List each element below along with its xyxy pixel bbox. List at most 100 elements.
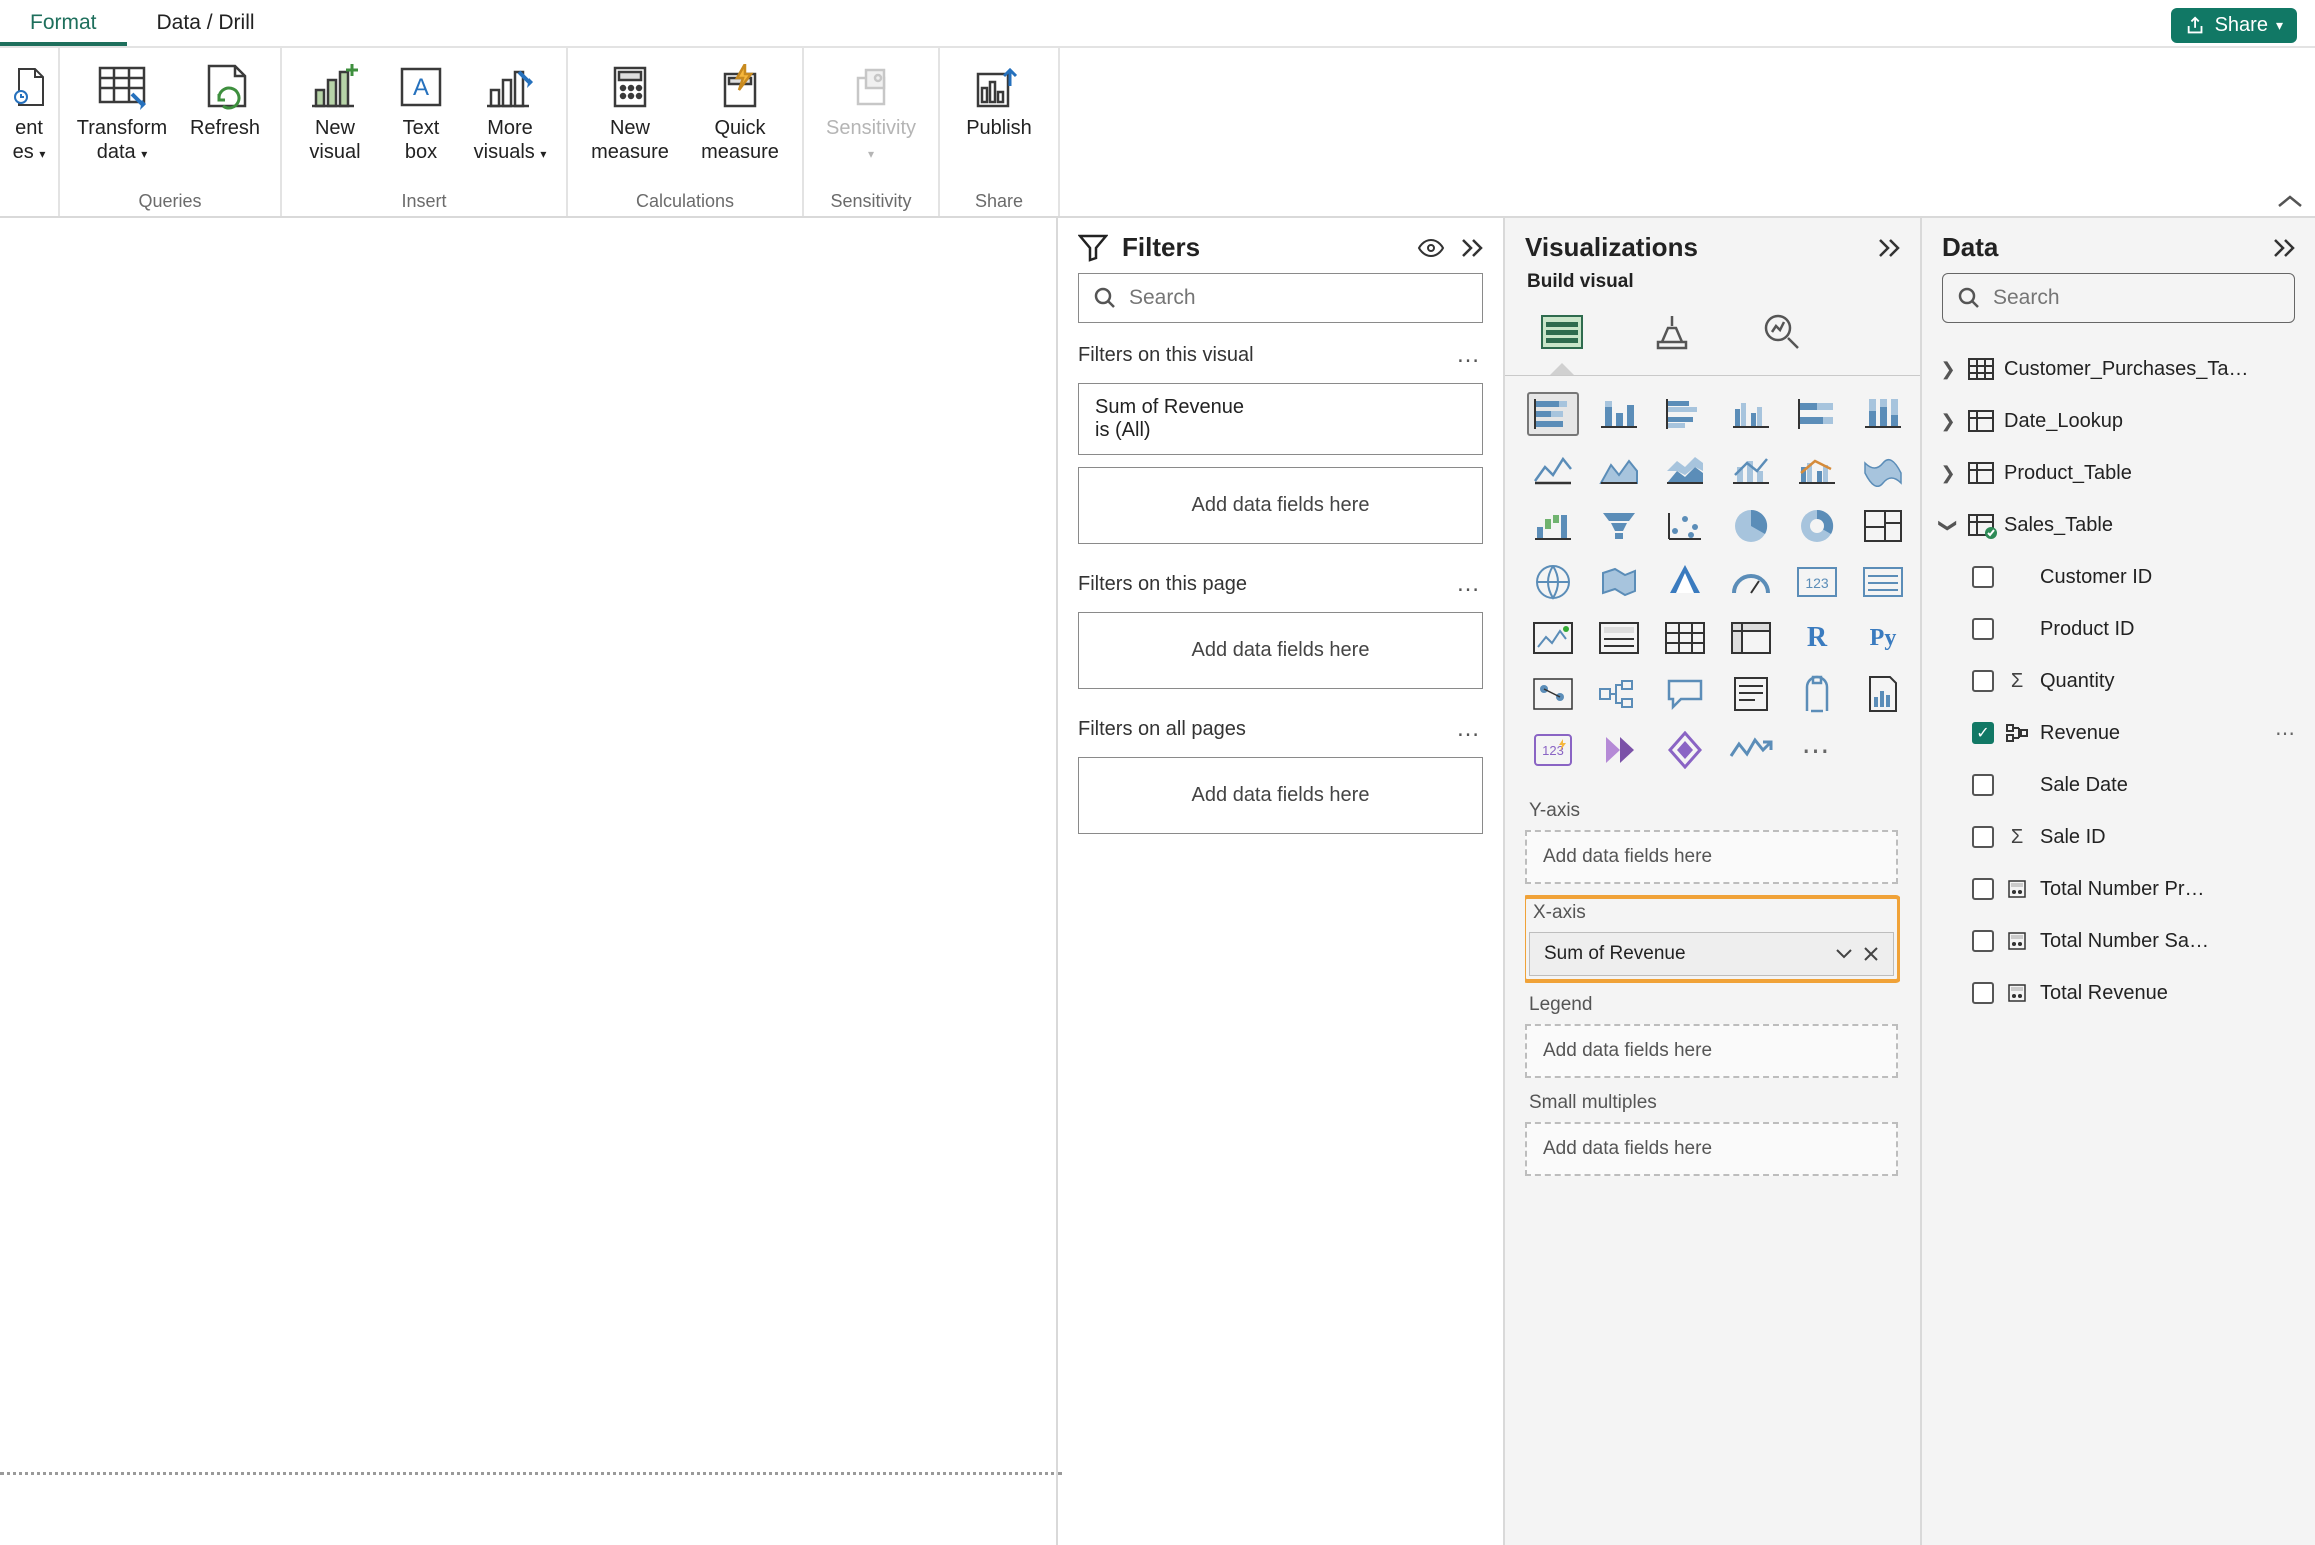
data-search[interactable] — [1942, 273, 2295, 323]
share-button[interactable]: Share ▾ — [2171, 8, 2297, 43]
viz-decomposition-tree[interactable] — [1593, 672, 1645, 716]
field-more-icon[interactable]: ⋯ — [2275, 721, 2303, 746]
ribbon-transform-data[interactable]: Transformdata ▾ — [72, 56, 172, 166]
viz-mode-format[interactable] — [1647, 307, 1697, 357]
viz-map[interactable] — [1527, 560, 1579, 604]
viz-arcgis[interactable] — [1659, 728, 1711, 772]
viz-area[interactable] — [1593, 448, 1645, 492]
viz-smart-narrative[interactable] — [1725, 672, 1777, 716]
well-small-drop[interactable]: Add data fields here — [1525, 1122, 1898, 1176]
filter-card-revenue[interactable]: Sum of Revenue is (All) — [1078, 383, 1483, 455]
report-canvas[interactable] — [0, 218, 1056, 1545]
well-x-field[interactable]: Sum of Revenue — [1529, 932, 1894, 976]
ribbon-text-box[interactable]: A Textbox — [386, 56, 456, 164]
field-total-products[interactable]: Total Number Pr… — [1934, 863, 2303, 915]
field-sale-id[interactable]: Σ Sale ID — [1934, 811, 2303, 863]
viz-multi-row-card[interactable] — [1857, 560, 1909, 604]
chevron-down-icon[interactable] — [1835, 948, 1853, 960]
viz-pie[interactable] — [1725, 504, 1777, 548]
collapse-icon[interactable] — [1876, 238, 1900, 258]
checkbox[interactable] — [1972, 566, 1994, 588]
filters-search[interactable] — [1078, 273, 1483, 323]
collapse-icon[interactable] — [2271, 238, 2295, 258]
checkbox[interactable] — [1972, 826, 1994, 848]
viz-table[interactable] — [1659, 616, 1711, 660]
viz-clustered-column[interactable] — [1725, 392, 1777, 436]
viz-python[interactable]: Py — [1857, 616, 1909, 660]
ribbon-new-measure[interactable]: Newmeasure — [580, 56, 680, 164]
viz-paginated-report[interactable] — [1857, 672, 1909, 716]
filter-visual-dropzone[interactable]: Add data fields here — [1078, 467, 1483, 544]
field-sale-date[interactable]: Sale Date — [1934, 759, 2303, 811]
viz-100-stacked-column[interactable] — [1857, 392, 1909, 436]
ribbon-refresh[interactable]: Refresh — [182, 56, 268, 140]
checkbox[interactable] — [1972, 930, 1994, 952]
viz-scatter[interactable] — [1659, 504, 1711, 548]
viz-slicer[interactable] — [1593, 616, 1645, 660]
table-sales[interactable]: ❯ Sales_Table — [1934, 499, 2303, 551]
collapse-icon[interactable] — [1459, 238, 1483, 258]
ribbon-collapse-toggle[interactable] — [2277, 194, 2303, 210]
checkbox[interactable] — [1972, 670, 1994, 692]
checkbox[interactable] — [1972, 618, 1994, 640]
filter-section-all-more[interactable]: … — [1456, 715, 1483, 743]
viz-line-stacked-column[interactable] — [1725, 448, 1777, 492]
field-product-id[interactable]: Product ID — [1934, 603, 2303, 655]
viz-matrix[interactable] — [1725, 616, 1777, 660]
viz-stacked-bar[interactable] — [1527, 392, 1579, 436]
field-revenue[interactable]: ✓ Revenue ⋯ — [1934, 707, 2303, 759]
viz-get-more[interactable]: ⋯ — [1791, 728, 1843, 772]
filters-search-input[interactable] — [1129, 286, 1468, 310]
viz-treemap[interactable] — [1857, 504, 1909, 548]
viz-gauge[interactable] — [1725, 560, 1777, 604]
viz-line[interactable] — [1527, 448, 1579, 492]
field-quantity[interactable]: Σ Quantity — [1934, 655, 2303, 707]
field-total-revenue[interactable]: Total Revenue — [1934, 967, 2303, 1019]
checkbox[interactable]: ✓ — [1972, 722, 1994, 744]
filter-section-visual-more[interactable]: … — [1456, 341, 1483, 369]
ribbon-more-visuals[interactable]: Morevisuals ▾ — [466, 56, 554, 166]
viz-ribbon-chart[interactable] — [1857, 448, 1909, 492]
viz-stacked-area[interactable] — [1659, 448, 1711, 492]
well-y-drop[interactable]: Add data fields here — [1525, 830, 1898, 884]
viz-power-apps[interactable]: 123 — [1527, 728, 1579, 772]
viz-funnel[interactable] — [1593, 504, 1645, 548]
field-total-sales[interactable]: Total Number Sa… — [1934, 915, 2303, 967]
viz-kpi[interactable] — [1527, 616, 1579, 660]
remove-field-icon[interactable] — [1863, 946, 1879, 962]
viz-r-script[interactable]: R — [1791, 616, 1843, 660]
well-legend-drop[interactable]: Add data fields here — [1525, 1024, 1898, 1078]
table-customer-purchases[interactable]: ❯ Customer_Purchases_Ta… — [1934, 343, 2303, 395]
viz-line-clustered-column[interactable] — [1791, 448, 1843, 492]
filter-all-dropzone[interactable]: Add data fields here — [1078, 757, 1483, 834]
ribbon-publish[interactable]: Publish — [952, 56, 1046, 140]
viz-waterfall[interactable] — [1527, 504, 1579, 548]
viz-mode-analytics[interactable] — [1757, 307, 1807, 357]
viz-clustered-bar[interactable] — [1659, 392, 1711, 436]
viz-mode-build[interactable] — [1537, 307, 1587, 357]
ribbon-new-visual[interactable]: Newvisual — [294, 56, 376, 164]
table-date-lookup[interactable]: ❯ Date_Lookup — [1934, 395, 2303, 447]
viz-qa[interactable] — [1659, 672, 1711, 716]
viz-power-automate[interactable] — [1593, 728, 1645, 772]
checkbox[interactable] — [1972, 774, 1994, 796]
eye-icon[interactable] — [1417, 238, 1445, 258]
filter-page-dropzone[interactable]: Add data fields here — [1078, 612, 1483, 689]
viz-card[interactable]: 123 — [1791, 560, 1843, 604]
ribbon-recent-sources[interactable]: entes ▾ — [8, 56, 50, 166]
viz-donut[interactable] — [1791, 504, 1843, 548]
field-customer-id[interactable]: Customer ID — [1934, 551, 2303, 603]
data-search-input[interactable] — [1993, 286, 2280, 310]
filter-section-page-more[interactable]: … — [1456, 570, 1483, 598]
viz-filled-map[interactable] — [1593, 560, 1645, 604]
tab-data-drill[interactable]: Data / Drill — [127, 0, 285, 46]
table-product[interactable]: ❯ Product_Table — [1934, 447, 2303, 499]
viz-goals[interactable] — [1791, 672, 1843, 716]
viz-azure-map[interactable] — [1659, 560, 1711, 604]
ribbon-quick-measure[interactable]: Quickmeasure — [690, 56, 790, 164]
checkbox[interactable] — [1972, 982, 1994, 1004]
viz-key-influencers[interactable] — [1527, 672, 1579, 716]
viz-sparkline[interactable] — [1725, 728, 1777, 772]
viz-stacked-column[interactable] — [1593, 392, 1645, 436]
tab-format[interactable]: Format — [0, 0, 127, 46]
